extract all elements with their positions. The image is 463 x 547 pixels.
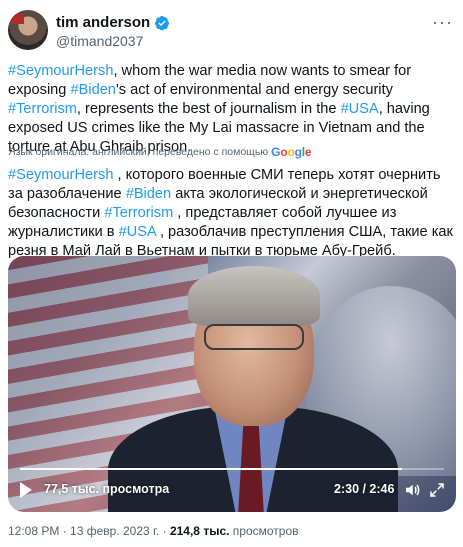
tweet-text-fragment: , represents the best of journalism in t…	[76, 101, 341, 117]
tweet-views-count: 214,8 тыс.	[169, 524, 230, 538]
video-frame-person-hair	[188, 266, 320, 326]
hashtag-link[interactable]: #Terrorism	[8, 101, 77, 117]
video-views: 77,5 тыс. просмотра	[44, 482, 170, 496]
video-controls: 77,5 тыс. просмотра 2:30 / 2:46	[8, 478, 456, 506]
tweet-time[interactable]: 12:08 PM	[8, 524, 59, 538]
tweet-header: tim anderson @timand2037 ···	[8, 10, 455, 56]
hashtag-link[interactable]: #SeymourHersh	[8, 167, 113, 183]
translation-note-label: Язык оригинала: английский, переведено с…	[8, 146, 269, 158]
video-player[interactable]: 77,5 тыс. просмотра 2:30 / 2:46	[8, 256, 456, 512]
tweet-date[interactable]: 13 февр. 2023 г.	[70, 524, 159, 538]
fullscreen-icon[interactable]	[428, 481, 446, 499]
hashtag-link[interactable]: #Terrorism	[104, 205, 173, 221]
translation-note: Язык оригинала: английский, переведено с…	[8, 145, 312, 159]
meta-separator: ·	[159, 524, 170, 538]
author-name[interactable]: tim anderson	[56, 14, 150, 31]
video-timecode: 2:30 / 2:46	[334, 482, 395, 496]
meta-separator: ·	[59, 524, 71, 538]
video-progress-fill	[20, 468, 402, 470]
video-frame-person-glasses	[204, 324, 304, 350]
tweet-text: #SeymourHersh, whom the war media now wa…	[8, 62, 454, 157]
author-handle[interactable]: @timand2037	[56, 33, 143, 49]
hashtag-link[interactable]: #USA	[119, 224, 156, 240]
play-icon[interactable]	[20, 482, 32, 498]
tweet-text-fragment: 's act of environmental and energy secur…	[115, 82, 393, 98]
translated-text: #SeymourHersh , которого военные СМИ теп…	[8, 166, 454, 261]
tweet-meta: 12:08 PM · 13 февр. 2023 г. · 214,8 тыс.…	[8, 524, 299, 538]
hashtag-link[interactable]: #SeymourHersh	[8, 63, 113, 79]
avatar[interactable]	[8, 10, 48, 50]
video-progress-bar[interactable]	[20, 468, 444, 470]
hashtag-link[interactable]: #USA	[341, 101, 379, 117]
hashtag-link[interactable]: #Biden	[70, 82, 115, 98]
author-name-row: tim anderson	[56, 14, 170, 31]
hashtag-link[interactable]: #Biden	[126, 186, 171, 202]
tweet-views-label: просмотров	[229, 524, 299, 538]
more-icon[interactable]: ···	[432, 12, 453, 33]
verified-badge-icon	[155, 15, 170, 30]
google-logo[interactable]: Google	[271, 145, 311, 159]
sound-icon[interactable]	[403, 481, 421, 499]
